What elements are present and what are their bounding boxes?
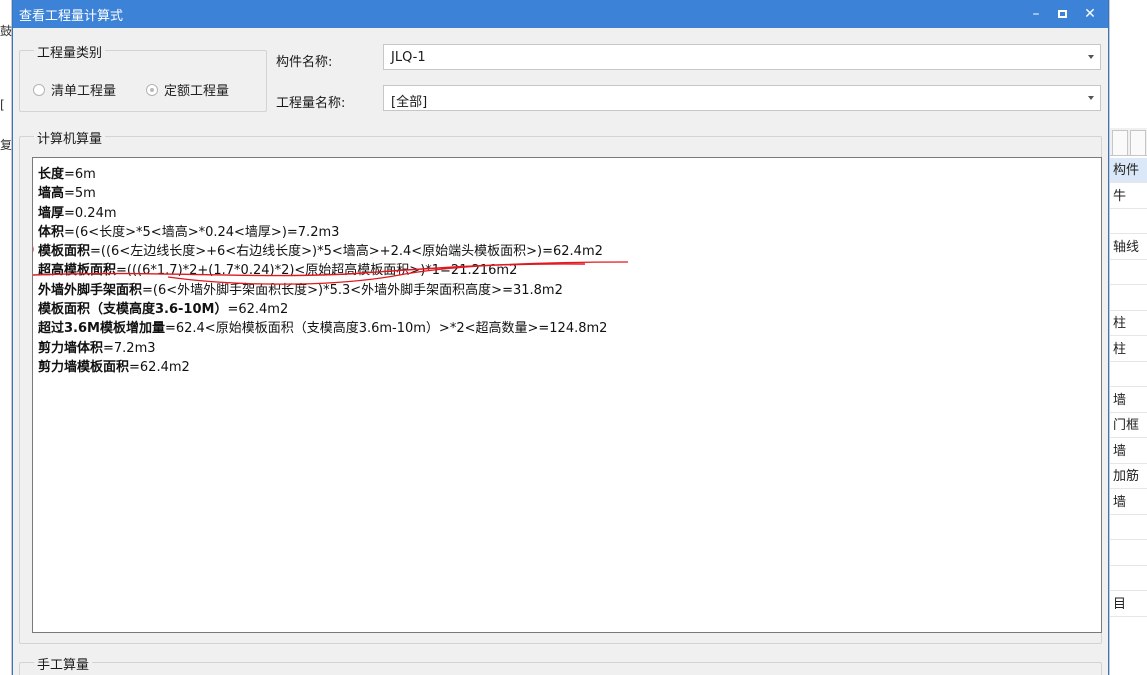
formula-line: 剪力墙模板面积=62.4m2 — [38, 358, 607, 377]
manual-calc-group: 手工算量 — [19, 654, 1102, 675]
background-list-cell[interactable]: 目 — [1110, 592, 1147, 617]
background-list-cell[interactable] — [1110, 515, 1147, 540]
background-list-cell[interactable] — [1110, 362, 1147, 387]
formula-expression: =7.2m3 — [103, 340, 156, 356]
formula-line: 外墙外脚手架面积=(6<外墙外脚手架面积长度>)*5.3<外墙外脚手架面积高度>… — [38, 281, 607, 300]
background-list-cell[interactable]: 墙 — [1110, 490, 1147, 515]
dialog-title: 查看工程量计算式 — [19, 9, 124, 24]
background-list-cell[interactable] — [1110, 209, 1147, 234]
component-name-value: JLQ-1 — [391, 50, 426, 65]
background-list-cell[interactable] — [1110, 566, 1147, 591]
formula-expression: =(6<长度>*5<墙高>*0.24<墙厚>)=7.2m3 — [64, 224, 340, 240]
background-fragment: [ — [0, 98, 5, 112]
chevron-down-icon — [1088, 96, 1094, 100]
radio-bill-quantity[interactable]: 清单工程量 — [33, 80, 116, 99]
formula-expression: =62.4m2 — [129, 359, 190, 375]
formula-expression: =0.24m — [64, 205, 117, 221]
quantity-formula-dialog: 查看工程量计算式 – ✕ 工程量类别 清单工程量 定额工程量 构件名称: JLQ… — [12, 0, 1109, 675]
formula-name: 长度 — [38, 167, 65, 182]
quantity-name-value: [全部] — [391, 95, 428, 110]
formula-expression: =(((6*1.7)*2+(1.7*0.24)*2)<原始超高模板面积>)*1=… — [116, 263, 518, 279]
close-button[interactable]: ✕ — [1078, 3, 1102, 25]
formula-line: 剪力墙体积=7.2m3 — [38, 339, 607, 358]
formula-name: 模板面积 — [38, 244, 91, 260]
formula-expression: =(6<外墙外脚手架面积长度>)*5.3<外墙外脚手架面积高度>=31.8m2 — [142, 282, 563, 298]
formula-name: 剪力墙模板面积 — [38, 359, 130, 375]
background-list-cell[interactable]: 门框 — [1110, 413, 1147, 438]
formula-line: 体积=(6<长度>*5<墙高>*0.24<墙厚>)=7.2m3 — [38, 223, 607, 242]
formula-expression: =5m — [64, 186, 96, 202]
background-list-cell[interactable]: 加筋 — [1110, 464, 1147, 489]
chevron-down-icon — [1088, 55, 1094, 59]
component-name-label: 构件名称: — [276, 55, 333, 70]
annotation-mark-icon — [33, 243, 34, 259]
background-tab-strip — [1110, 128, 1147, 156]
formula-name: 模板面积（支模高度3.6-10M） — [38, 302, 228, 318]
background-fragment: 复 — [0, 138, 13, 152]
background-list-cell[interactable]: 构件 — [1110, 158, 1147, 183]
background-list-cell[interactable]: 墙 — [1110, 388, 1147, 413]
quantity-type-legend: 工程量类别 — [34, 42, 106, 61]
formula-name: 外墙外脚手架面积 — [38, 282, 143, 298]
radio-indicator — [146, 83, 158, 96]
background-left-panel: 鼓 [ 复 — [0, 0, 12, 675]
formula-text-area[interactable]: 长度=6m 墙高=5m 墙厚=0.24m 体积=(6<长度>*5<墙高>*0.24<墙… — [32, 157, 1102, 633]
maximize-icon — [1057, 10, 1067, 18]
formula-line: 超高模板面积=(((6*1.7)*2+(1.7*0.24)*2)<原始超高模板面… — [38, 261, 607, 280]
formula-name: 体积 — [38, 224, 65, 240]
radio-label: 定额工程量 — [164, 84, 230, 99]
formula-expression: =((6<左边线长度>+6<右边线长度>)*5<墙高>+2.4<原始端头模板面积… — [90, 244, 603, 260]
background-list-cell[interactable]: 柱 — [1110, 311, 1147, 336]
formula-lines: 长度=6m 墙高=5m 墙厚=0.24m 体积=(6<长度>*5<墙高>*0.24<墙… — [38, 165, 607, 377]
background-list-cell[interactable]: 墙 — [1110, 439, 1147, 464]
radio-label: 清单工程量 — [51, 84, 117, 99]
formula-line: 长度=6m — [38, 165, 607, 184]
formula-name: 墙高 — [38, 186, 65, 202]
background-right-panel: 构件牛轴线柱柱墙门框墙加筋墙目 — [1109, 0, 1147, 675]
dialog-titlebar[interactable]: 查看工程量计算式 – ✕ — [13, 0, 1108, 28]
formula-line: 墙厚=0.24m — [38, 204, 607, 223]
radio-quota-quantity[interactable]: 定额工程量 — [146, 80, 229, 99]
formula-expression: =6m — [64, 167, 96, 182]
formula-name: 剪力墙体积 — [38, 340, 104, 356]
formula-line: 模板面积=((6<左边线长度>+6<右边线长度>)*5<墙高>+2.4<原始端头… — [38, 242, 607, 261]
formula-expression: =62.4m2 — [227, 302, 289, 318]
formula-line: 墙高=5m — [38, 184, 607, 203]
manual-calc-legend: 手工算量 — [34, 654, 93, 673]
quantity-name-label: 工程量名称: — [276, 96, 346, 111]
background-fragment: 鼓 — [0, 24, 13, 38]
formula-line: 超过3.6M模板增加量=62.4<原始模板面积（支模高度3.6m-10m）>*2… — [38, 319, 607, 338]
component-name-select[interactable]: JLQ-1 — [383, 44, 1101, 70]
quantity-name-select[interactable]: [全部] — [383, 85, 1101, 111]
formula-name: 墙厚 — [38, 205, 65, 221]
background-list-cell[interactable]: 牛 — [1110, 184, 1147, 209]
background-tab[interactable] — [1130, 130, 1146, 156]
background-tab[interactable] — [1112, 130, 1128, 156]
formula-name: 超过3.6M模板增加量 — [38, 321, 165, 337]
background-list-cell[interactable]: 柱 — [1110, 337, 1147, 362]
radio-indicator — [33, 83, 45, 96]
background-list-cell[interactable]: 轴线 — [1110, 235, 1147, 260]
minimize-button[interactable]: – — [1024, 3, 1048, 25]
background-list-cell[interactable] — [1110, 286, 1147, 311]
formula-expression: =62.4<原始模板面积（支模高度3.6m-10m）>*2<超高数量>=124.… — [164, 321, 608, 337]
quantity-type-group: 工程量类别 清单工程量 定额工程量 — [19, 42, 267, 112]
formula-line: 模板面积（支模高度3.6-10M）=62.4m2 — [38, 300, 607, 319]
background-list-cell[interactable] — [1110, 260, 1147, 285]
formula-name: 超高模板面积 — [38, 263, 117, 279]
computer-calc-legend: 计算机算量 — [34, 128, 106, 147]
background-list-cell[interactable] — [1110, 541, 1147, 566]
maximize-button[interactable] — [1050, 3, 1074, 25]
